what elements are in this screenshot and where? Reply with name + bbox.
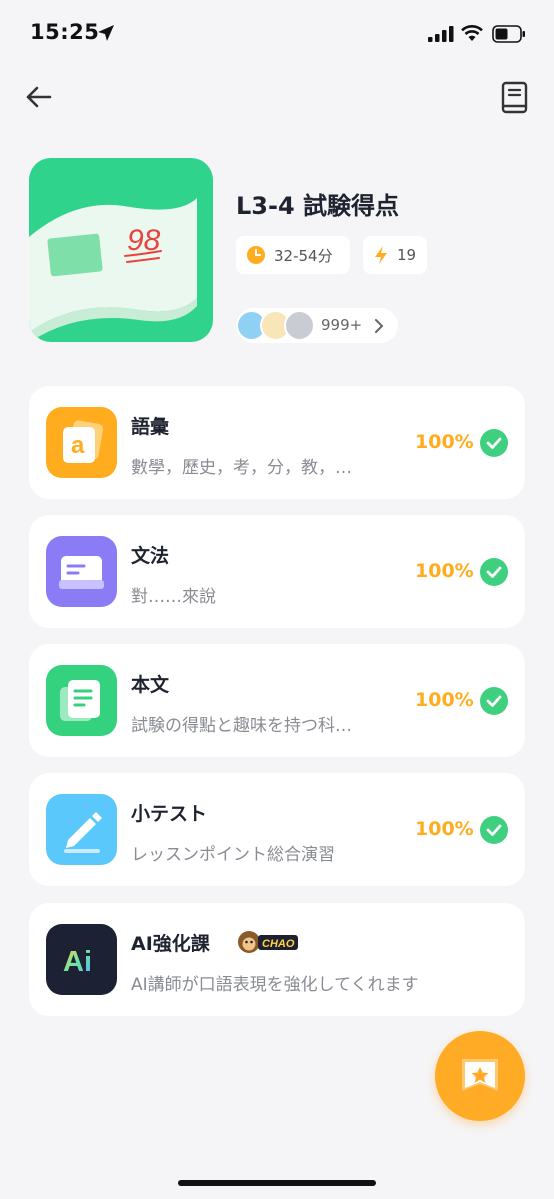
chao-badge-text: CHAO <box>262 938 295 950</box>
module-title: 語彙 <box>131 416 170 438</box>
ai-logo-icon: Ai <box>46 924 117 995</box>
module-progress: 100% <box>415 818 474 840</box>
quiz-pencil-icon <box>46 794 117 865</box>
module-progress: 100% <box>415 689 474 711</box>
module-subtitle: 對……來說 <box>131 587 216 607</box>
star-badge-icon <box>462 1059 498 1091</box>
text-document-icon <box>46 665 117 736</box>
duration-text: 32-54分 <box>274 246 333 265</box>
book-button[interactable] <box>499 80 531 116</box>
wifi-icon <box>461 25 483 41</box>
lightning-icon <box>375 246 387 264</box>
module-card-vocabulary[interactable]: a 語彙 數學，歷史，考，分，教，… 100% <box>29 386 525 499</box>
module-progress: 100% <box>415 560 474 582</box>
svg-text:Ai: Ai <box>63 946 92 978</box>
module-card-ai[interactable]: Ai AI強化課 CHAO AI講師が口語表現を強化してくれます <box>29 903 525 1016</box>
arrow-left-icon <box>26 86 52 108</box>
vocabulary-card-icon: a <box>46 407 117 478</box>
svg-text:a: a <box>71 432 85 459</box>
chao-monkey-badge: CHAO <box>238 931 298 953</box>
module-title: AI強化課 <box>131 933 210 955</box>
module-subtitle: 試験の得點と趣味を持つ科… <box>131 716 352 736</box>
avatar <box>284 310 315 341</box>
chevron-right-icon <box>375 319 384 333</box>
module-subtitle: AI講師が口語表現を強化してくれます <box>131 975 419 995</box>
energy-text: 19 <box>397 246 417 264</box>
clock-icon <box>247 246 265 264</box>
check-circle-icon <box>480 816 508 844</box>
energy-chip: 19 <box>363 236 427 274</box>
module-subtitle: レッスンポイント総合演習 <box>131 845 335 865</box>
learners-count: 999+ <box>321 316 363 334</box>
module-title: 小テスト <box>131 803 208 825</box>
module-card-quiz[interactable]: 小テスト レッスンポイント総合演習 100% <box>29 773 525 886</box>
learners-button[interactable]: 999+ <box>236 308 398 343</box>
book-icon <box>501 81 528 114</box>
status-bar: 15:25 <box>0 0 554 70</box>
check-circle-icon <box>480 429 508 457</box>
status-time: 15:25 <box>30 20 100 44</box>
battery-icon <box>492 25 525 43</box>
module-card-grammar[interactable]: 文法 對……來說 100% <box>29 515 525 628</box>
check-circle-icon <box>480 687 508 715</box>
lesson-cover-image: 98 <box>29 158 213 342</box>
cellular-signal-icon <box>428 26 454 42</box>
check-circle-icon <box>480 558 508 586</box>
star-badge-button[interactable] <box>435 1031 525 1121</box>
module-subtitle: 數學，歷史，考，分，教，… <box>131 458 352 478</box>
grammar-notebook-icon <box>46 536 117 607</box>
duration-chip: 32-54分 <box>236 236 350 274</box>
back-button[interactable] <box>22 80 56 114</box>
module-title: 文法 <box>131 545 170 567</box>
module-card-text[interactable]: 本文 試験の得點と趣味を持つ科… 100% <box>29 644 525 757</box>
lesson-title: L3-4 試験得点 <box>236 192 400 220</box>
location-arrow-icon <box>98 25 114 41</box>
module-title: 本文 <box>131 674 170 696</box>
home-indicator <box>178 1180 376 1186</box>
module-progress: 100% <box>415 431 474 453</box>
